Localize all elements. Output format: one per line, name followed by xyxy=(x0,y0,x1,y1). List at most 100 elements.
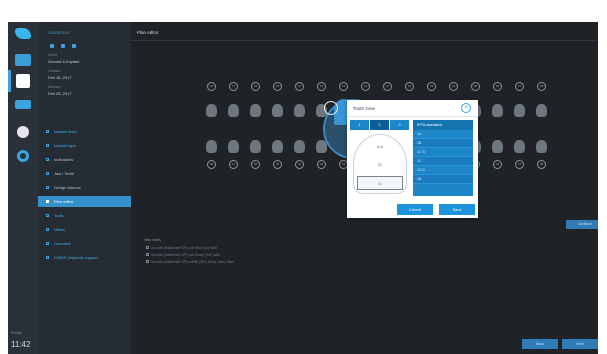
sidebar-item-label: Overview xyxy=(54,241,71,246)
upper-tooth[interactable] xyxy=(536,104,547,117)
toolbar-dot-icon[interactable] xyxy=(50,44,54,48)
sidebar-item-offset[interactable]: Offset xyxy=(38,224,131,235)
tooth-number[interactable]: 46 xyxy=(251,160,260,169)
upper-tooth[interactable] xyxy=(514,104,525,117)
sidebar-item-support[interactable]: SINCE (Implant) support xyxy=(38,252,131,263)
step-icon xyxy=(46,256,49,259)
tooth-zone-diagram: ICA ID IC xyxy=(353,134,407,194)
upper-tooth[interactable] xyxy=(294,104,305,117)
settings-icon[interactable] xyxy=(17,150,29,162)
tooth-number[interactable]: 26 xyxy=(493,82,502,91)
help-note[interactable]: Smooth (flatten/set SP) soft/fill (SIF) … xyxy=(146,260,234,264)
standard-list: IFFA standard 1A 1B 1C S 1C 1C D 1B xyxy=(413,120,473,196)
lower-tooth[interactable] xyxy=(272,140,283,153)
sidebar-item-label: Jaw / Teeth xyxy=(54,171,75,176)
lower-tooth[interactable] xyxy=(228,140,239,153)
sidebar-item-plan-editor[interactable]: Plan editor xyxy=(38,196,131,207)
zone-option[interactable]: ICA xyxy=(357,140,403,154)
tooth-number[interactable]: 12 xyxy=(339,82,348,91)
tooth-number[interactable]: 48 xyxy=(207,160,216,169)
help-note[interactable]: Smooth (flatten/set SP) soft Sharp (SH) … xyxy=(146,253,220,257)
list-item[interactable]: 1A xyxy=(413,130,473,139)
tab-2[interactable]: 2 xyxy=(370,120,390,130)
lower-tooth[interactable] xyxy=(206,140,217,153)
tooth-number[interactable]: 15 xyxy=(273,82,282,91)
tooth-number[interactable]: 45 xyxy=(273,160,282,169)
upper-tooth[interactable] xyxy=(228,104,239,117)
save-button[interactable]: Save xyxy=(439,204,475,215)
help-note-text: Smooth (flatten/set SP) soft Sharp (SH) … xyxy=(151,253,220,257)
step-icon xyxy=(46,158,49,161)
sidebar-item-label: Plan editor xyxy=(54,199,74,204)
checkbox[interactable] xyxy=(146,246,149,249)
document-icon[interactable] xyxy=(16,74,30,88)
list-item[interactable]: 1C S xyxy=(413,148,473,157)
tooth-number[interactable]: 17 xyxy=(229,82,238,91)
sidebar-item-implant-level[interactable]: Implant level xyxy=(38,126,131,137)
toolbar-dot-icon[interactable] xyxy=(72,44,76,48)
tooth-link-icon[interactable] xyxy=(324,101,338,115)
tooth-number[interactable]: 44 xyxy=(295,160,304,169)
tooth-number[interactable]: 37 xyxy=(515,160,524,169)
tooth-number[interactable]: 24 xyxy=(449,82,458,91)
tooth-number[interactable]: 43 xyxy=(317,160,326,169)
upper-tooth[interactable] xyxy=(206,104,217,117)
list-item[interactable]: 1B xyxy=(413,139,473,148)
tab-3[interactable]: 3 xyxy=(390,120,410,130)
help-note-text: Smooth (flatten/set SP) soft Slice (SI) … xyxy=(151,246,217,250)
list-item[interactable]: 1C xyxy=(413,157,473,166)
sidebar-item-overview[interactable]: Overview xyxy=(38,238,131,249)
upper-tooth[interactable] xyxy=(272,104,283,117)
continue-button[interactable]: Continue xyxy=(566,220,598,229)
sidebar-item-label: Implant level xyxy=(54,129,77,134)
toolbar-dot-icon[interactable] xyxy=(61,44,65,48)
sidebar-item-implant-type[interactable]: Implant type xyxy=(38,140,131,151)
tooth-number[interactable]: 23 xyxy=(427,82,436,91)
checkbox[interactable] xyxy=(146,260,149,263)
lower-tooth[interactable] xyxy=(492,140,503,153)
app-logo-icon xyxy=(15,28,31,39)
zone-option[interactable]: ID xyxy=(357,158,403,172)
tab-1[interactable]: 1 xyxy=(350,120,370,130)
tooth-number[interactable]: 13 xyxy=(317,82,326,91)
cancel-button[interactable]: Cancel xyxy=(397,204,433,215)
lower-tooth[interactable] xyxy=(250,140,261,153)
sidebar-item-design-interval[interactable]: Design interval xyxy=(38,182,131,193)
list-item[interactable]: 1B xyxy=(413,175,473,184)
list-item[interactable]: 1C D xyxy=(413,166,473,175)
back-button[interactable]: Back xyxy=(522,339,558,349)
sidebar-item-label: Design interval xyxy=(54,185,81,190)
clock-time: 11:42 xyxy=(11,340,31,349)
tooth-number[interactable]: 47 xyxy=(229,160,238,169)
upper-tooth[interactable] xyxy=(250,104,261,117)
monitor-icon[interactable] xyxy=(15,54,31,66)
icon-rail: Friday 11:42 xyxy=(8,22,38,354)
step-icon xyxy=(46,172,49,175)
checkbox[interactable] xyxy=(146,253,149,256)
upper-tooth[interactable] xyxy=(492,104,503,117)
tooth-number[interactable]: 14 xyxy=(295,82,304,91)
tooth-number[interactable]: 16 xyxy=(251,82,260,91)
close-icon[interactable]: × xyxy=(461,103,471,113)
lower-tooth[interactable] xyxy=(514,140,525,153)
sidebar-item-tools[interactable]: Tools xyxy=(38,210,131,221)
sidebar: CLIENTELE Client Ground & Implant Create… xyxy=(38,22,131,354)
folder-icon[interactable] xyxy=(15,100,31,109)
tooth-number[interactable]: 25 xyxy=(471,82,480,91)
chat-icon[interactable] xyxy=(17,126,29,138)
help-note[interactable]: Smooth (flatten/set SP) soft Slice (SI) … xyxy=(146,246,217,250)
sidebar-item-indications[interactable]: Indications xyxy=(38,154,131,165)
sidebar-item-jaw-teeth[interactable]: Jaw / Teeth xyxy=(38,168,131,179)
tooth-number[interactable]: 38 xyxy=(537,160,546,169)
next-button[interactable]: Next xyxy=(562,339,598,349)
tooth-number[interactable]: 36 xyxy=(493,160,502,169)
zone-option-selected[interactable]: IC xyxy=(357,176,403,190)
tooth-number[interactable]: 27 xyxy=(515,82,524,91)
tooth-number[interactable]: 21 xyxy=(383,82,392,91)
tooth-number[interactable]: 11 xyxy=(361,82,370,91)
tooth-number[interactable]: 18 xyxy=(207,82,216,91)
lower-tooth[interactable] xyxy=(536,140,547,153)
lower-tooth[interactable] xyxy=(294,140,305,153)
tooth-number[interactable]: 22 xyxy=(405,82,414,91)
tooth-number[interactable]: 28 xyxy=(537,82,546,91)
